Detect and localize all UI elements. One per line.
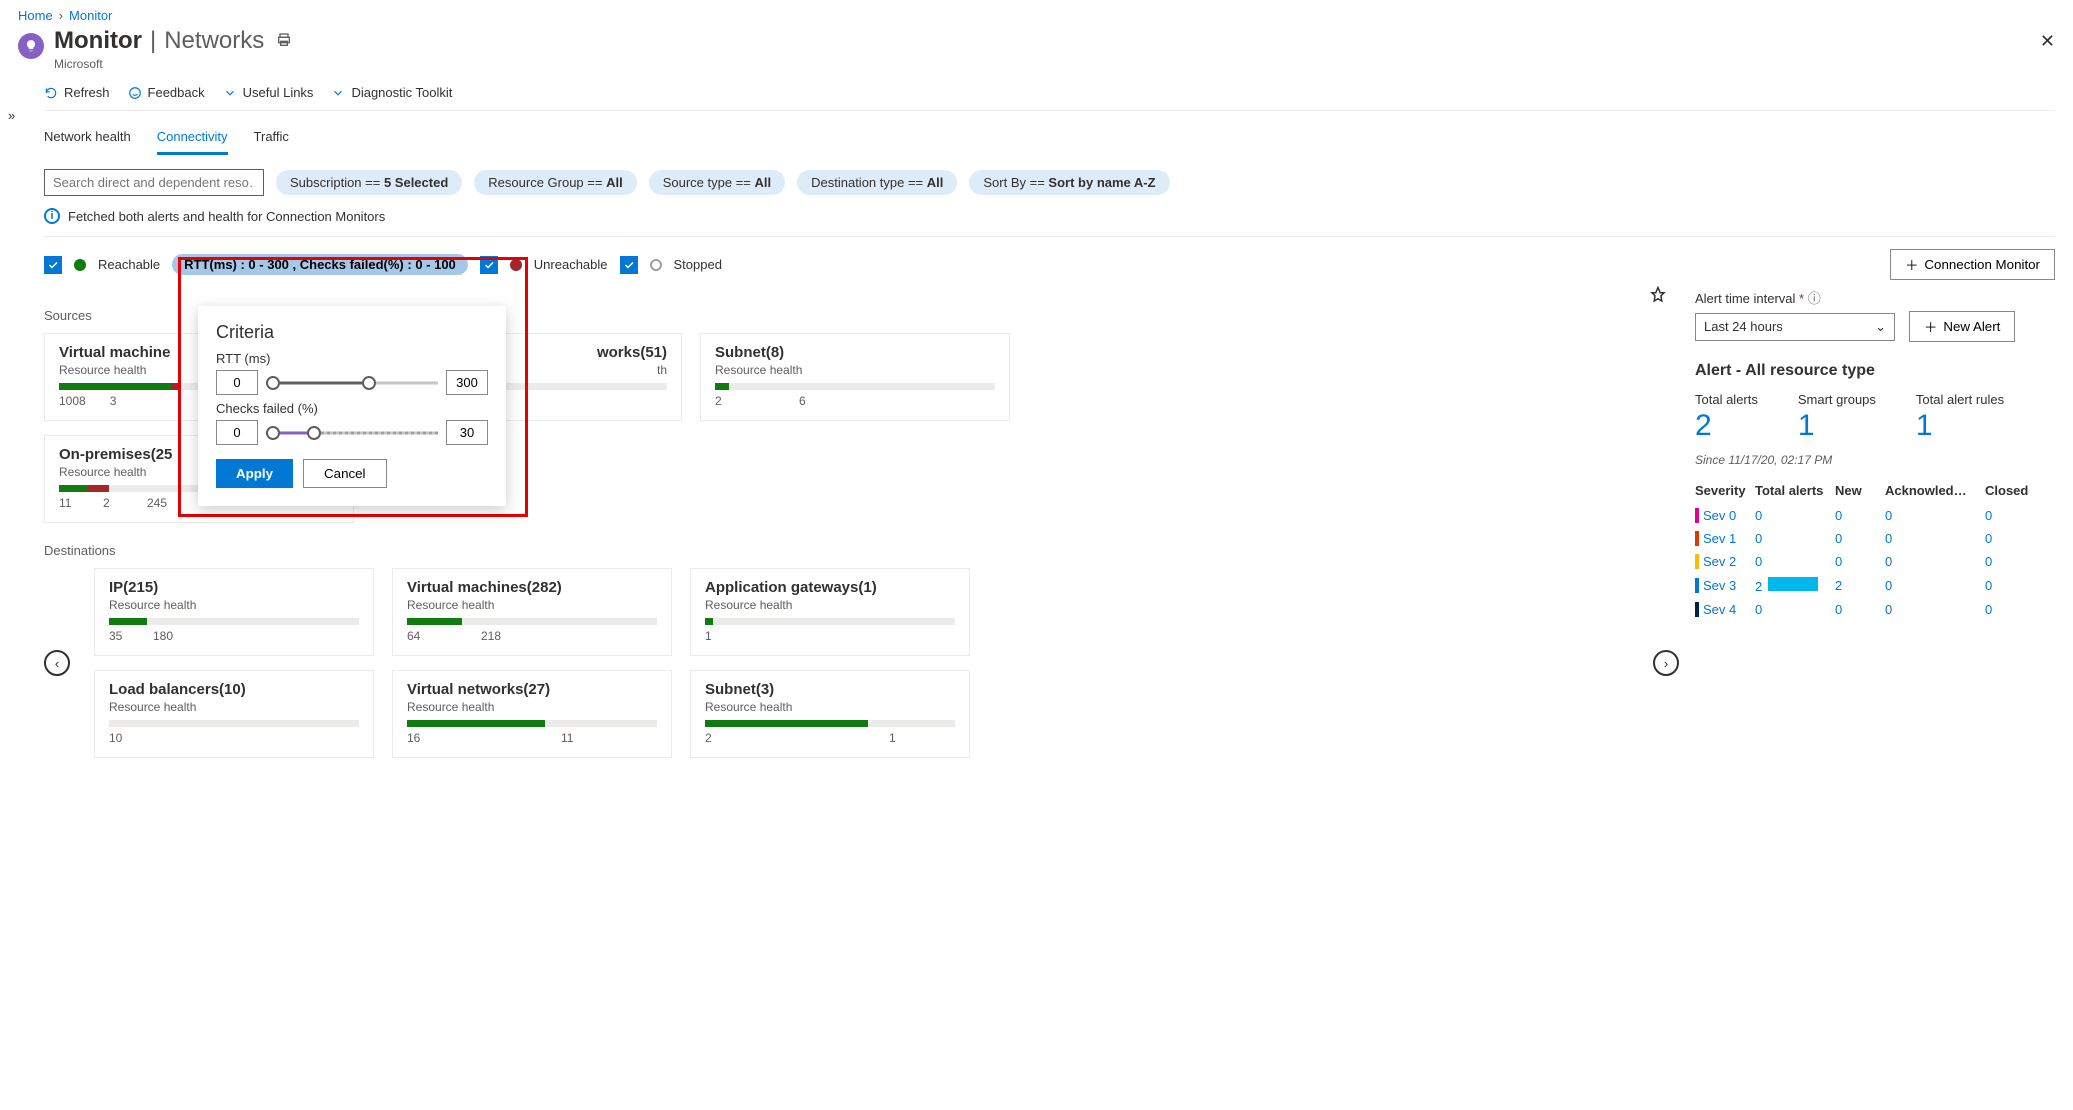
checks-min-input[interactable]: [216, 420, 258, 445]
filter-source-type[interactable]: Source type == All: [649, 170, 785, 195]
insights-icon: [18, 33, 44, 59]
severity-table: Severity Total alerts New Acknowled… Clo…: [1695, 483, 2055, 621]
smart-groups-value[interactable]: 1: [1798, 409, 1876, 443]
total-alerts-value[interactable]: 2: [1695, 409, 1758, 443]
criteria-pill[interactable]: RTT(ms) : 0 - 300 , Checks failed(%) : 0…: [172, 254, 468, 275]
alert-stats: Total alerts 2 Smart groups 1 Total aler…: [1695, 392, 2055, 443]
stopped-dot-icon: [650, 259, 662, 271]
reachable-checkbox[interactable]: [44, 256, 62, 274]
cancel-button[interactable]: Cancel: [303, 459, 387, 488]
reachable-dot-icon: [74, 259, 86, 271]
feedback-button[interactable]: Feedback: [128, 85, 205, 100]
print-icon[interactable]: [276, 32, 292, 51]
stopped-label: Stopped: [674, 257, 722, 272]
apply-button[interactable]: Apply: [216, 459, 293, 488]
feedback-label: Feedback: [148, 85, 205, 100]
popover-title: Criteria: [216, 322, 488, 343]
toolbar: Refresh Feedback Useful Links Diagnostic…: [18, 85, 2055, 100]
page-org: Microsoft: [54, 57, 292, 71]
interval-select[interactable]: Last 24 hours ⌄: [1695, 313, 1895, 341]
filter-subscription[interactable]: Subscription == 5 Selected: [276, 170, 462, 195]
dest-vm-card[interactable]: Virtual machines(282) Resource health 64…: [392, 568, 672, 656]
rtt-thumb-min[interactable]: [266, 376, 280, 390]
expand-icon[interactable]: »: [8, 108, 15, 123]
unreachable-checkbox[interactable]: [480, 256, 498, 274]
useful-label: Useful Links: [243, 85, 314, 100]
alert-rules-value[interactable]: 1: [1916, 409, 2004, 443]
scroll-left-icon[interactable]: ‹: [44, 650, 70, 676]
filter-resource-group[interactable]: Resource Group == All: [474, 170, 636, 195]
plus-icon: ＋: [1924, 317, 1937, 336]
pin-icon[interactable]: [1649, 286, 1667, 307]
close-icon[interactable]: ✕: [2040, 31, 2055, 52]
rtt-label: RTT (ms): [216, 351, 488, 366]
sev-row[interactable]: Sev 0 0 0 0 0: [1695, 504, 2055, 527]
reachable-label: Reachable: [98, 257, 160, 272]
checks-max-input[interactable]: [446, 420, 488, 445]
tab-network-health[interactable]: Network health: [44, 125, 131, 155]
interval-label: Alert time interval * ⓘ: [1695, 291, 1821, 306]
filter-destination-type[interactable]: Destination type == All: [797, 170, 957, 195]
connection-monitor-button[interactable]: ＋Connection Monitor: [1890, 249, 2055, 280]
alert-heading: Alert - All resource type: [1695, 362, 2055, 380]
criteria-popover: Criteria RTT (ms) Checks failed (%) Appl…: [198, 306, 506, 506]
breadcrumb-current[interactable]: Monitor: [69, 8, 112, 23]
checks-thumb-min[interactable]: [266, 426, 280, 440]
checks-thumb-max[interactable]: [307, 426, 321, 440]
since-text: Since 11/17/20, 02:17 PM: [1695, 453, 2055, 467]
unreachable-dot-icon: [510, 259, 522, 271]
rtt-thumb-max[interactable]: [362, 376, 376, 390]
info-small-icon: ⓘ: [1808, 291, 1821, 306]
plus-icon: ＋: [1905, 255, 1918, 274]
filters: Subscription == 5 Selected Resource Grou…: [44, 169, 2055, 196]
search-input[interactable]: [44, 169, 264, 196]
rtt-max-input[interactable]: [446, 370, 488, 395]
card-title: Subnet(8): [715, 344, 995, 361]
sev-row[interactable]: Sev 3 2 2 0 0: [1695, 573, 2055, 598]
dest-subnet-card[interactable]: Subnet(3) Resource health 21: [690, 670, 970, 758]
card-sub: Resource health: [715, 363, 995, 377]
filter-sort[interactable]: Sort By == Sort by name A-Z: [969, 170, 1169, 195]
dest-vnet-card[interactable]: Virtual networks(27) Resource health 161…: [392, 670, 672, 758]
tabs: Network health Connectivity Traffic: [44, 125, 2055, 155]
diagnostic-button[interactable]: Diagnostic Toolkit: [331, 85, 452, 100]
stopped-checkbox[interactable]: [620, 256, 638, 274]
refresh-button[interactable]: Refresh: [44, 85, 110, 100]
chevron-down-icon: ⌄: [1875, 319, 1886, 335]
refresh-label: Refresh: [64, 85, 110, 100]
dest-agw-card[interactable]: Application gateways(1) Resource health …: [690, 568, 970, 656]
scroll-right-icon[interactable]: ›: [1653, 650, 1679, 676]
rtt-min-input[interactable]: [216, 370, 258, 395]
toolkit-label: Diagnostic Toolkit: [351, 85, 452, 100]
info-text: Fetched both alerts and health for Conne…: [68, 209, 385, 224]
sev-row[interactable]: Sev 2 0 0 0 0: [1695, 550, 2055, 573]
tab-connectivity[interactable]: Connectivity: [157, 125, 228, 155]
new-alert-button[interactable]: ＋New Alert: [1909, 311, 2015, 342]
breadcrumb: Home › Monitor: [18, 8, 2055, 23]
useful-links-button[interactable]: Useful Links: [223, 85, 314, 100]
dest-lb-card[interactable]: Load balancers(10) Resource health 10: [94, 670, 374, 758]
breadcrumb-sep: ›: [59, 8, 63, 23]
sev-row[interactable]: Sev 4 0 0 0 0: [1695, 598, 2055, 621]
unreachable-label: Unreachable: [534, 257, 608, 272]
source-subnet-card[interactable]: Subnet(8) Resource health 26: [700, 333, 1010, 421]
checks-label: Checks failed (%): [216, 401, 488, 416]
destinations-label: Destinations: [44, 543, 1679, 558]
dest-ip-card[interactable]: IP(215) Resource health 35180: [94, 568, 374, 656]
info-icon: i: [44, 208, 60, 224]
tab-traffic[interactable]: Traffic: [254, 125, 289, 155]
page-header: Monitor | Networks Microsoft ✕: [18, 27, 2055, 71]
rtt-slider[interactable]: [266, 373, 438, 393]
info-message: i Fetched both alerts and health for Con…: [44, 208, 2055, 224]
alerts-panel: Alert time interval * ⓘ Last 24 hours ⌄ …: [1695, 288, 2055, 758]
page-title: Monitor: [54, 27, 142, 55]
page-subtitle: Networks: [164, 27, 264, 55]
breadcrumb-home[interactable]: Home: [18, 8, 53, 23]
checks-slider[interactable]: [266, 423, 438, 443]
status-row: Reachable RTT(ms) : 0 - 300 , Checks fai…: [44, 249, 2055, 280]
sev-row[interactable]: Sev 1 0 0 0 0: [1695, 527, 2055, 550]
bar-chip: [1768, 577, 1818, 591]
